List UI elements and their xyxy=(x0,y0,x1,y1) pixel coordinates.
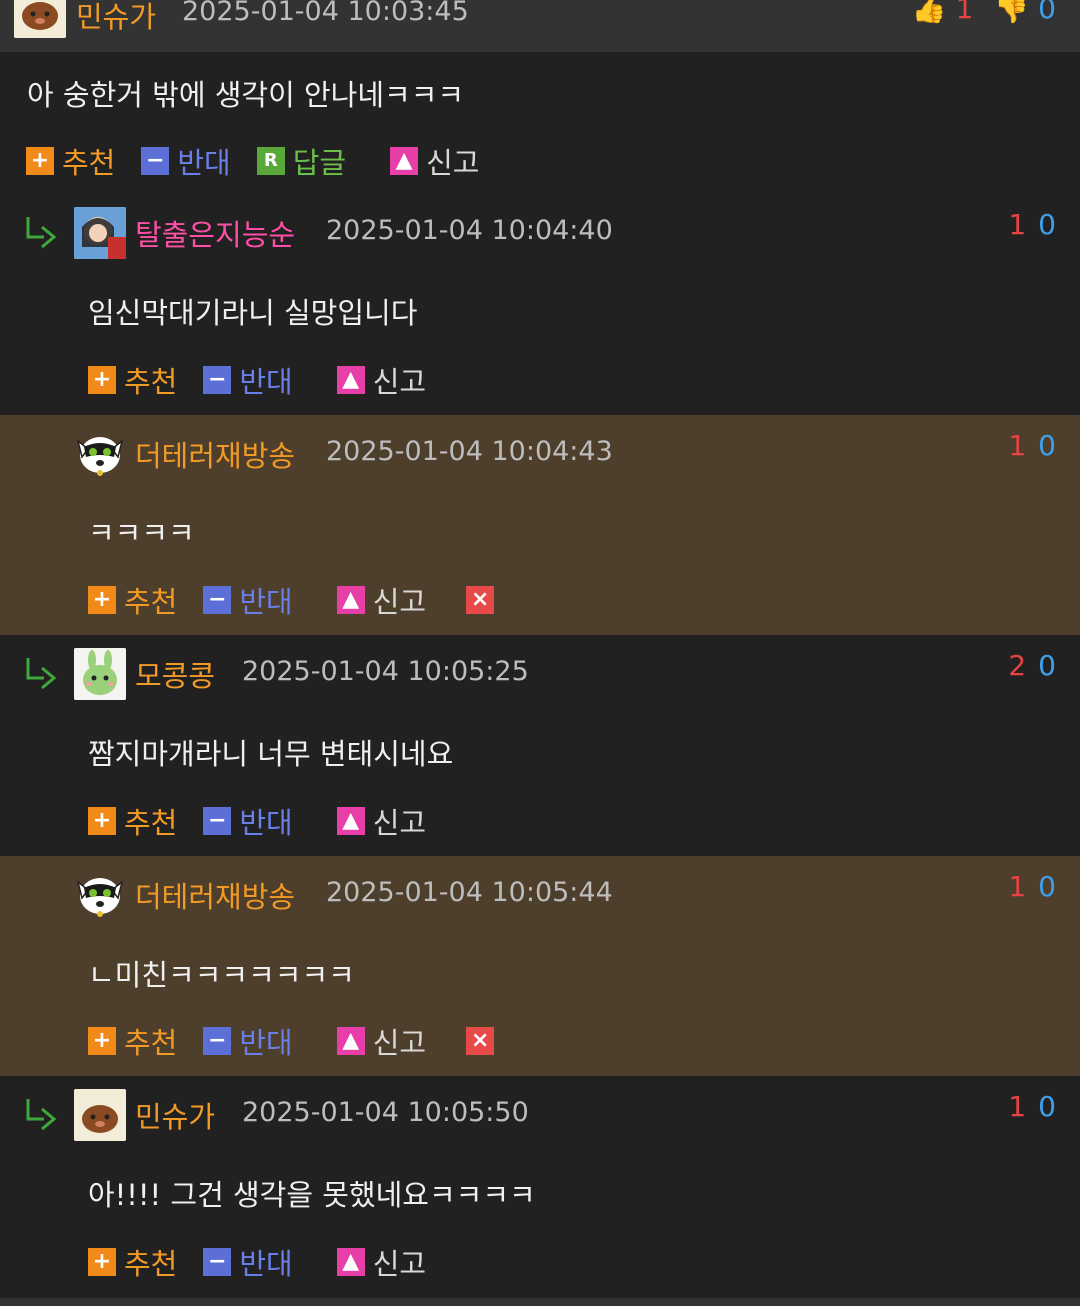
oppose-button[interactable]: − 반대 xyxy=(203,1020,293,1062)
bottom-divider xyxy=(0,1298,1080,1306)
minus-icon: − xyxy=(203,807,232,835)
report-button[interactable]: ▲ 신고 xyxy=(336,800,426,842)
plus-icon: + xyxy=(88,366,116,394)
vote-counts: 10 xyxy=(1008,429,1056,462)
reply-comment: 민슈가 2025-01-04 10:05:50 10 아!!!! 그건 생각을 … xyxy=(0,1076,1080,1298)
nickname[interactable]: 민슈가 xyxy=(135,1094,215,1136)
plus-icon: + xyxy=(88,1248,116,1276)
oppose-button[interactable]: − 반대 xyxy=(141,140,231,182)
thumbs-up-icon[interactable]: 👍 xyxy=(912,0,947,25)
comment-text: ㅋㅋㅋㅋ xyxy=(88,516,195,550)
avatar[interactable] xyxy=(74,868,126,920)
oppose-button[interactable]: − 반대 xyxy=(203,579,293,621)
recommend-button[interactable]: + 추천 xyxy=(88,579,177,621)
nickname[interactable]: 더테러재방송 xyxy=(135,874,295,916)
comment-actions: + 추천 − 반대 ▲ 신고 xyxy=(88,800,452,842)
siren-icon: ▲ xyxy=(336,366,365,394)
comment-actions: + 추천 − 반대 ▲ 신고 xyxy=(88,359,452,401)
avatar[interactable] xyxy=(74,207,126,259)
timestamp: 2025-01-04 10:03:45 xyxy=(182,0,469,27)
plus-icon: + xyxy=(88,807,116,835)
vote-counts: 10 xyxy=(1008,870,1056,903)
reply-arrow-icon xyxy=(26,217,57,249)
recommend-button[interactable]: + 추천 xyxy=(88,800,177,842)
comment-text: ㄴ미친ㅋㅋㅋㅋㅋㅋㅋ xyxy=(88,958,355,992)
reply-comment: 더테러재방송 2025-01-04 10:04:43 10 ㅋㅋㅋㅋ + 추천 −… xyxy=(0,415,1080,635)
timestamp: 2025-01-04 10:04:40 xyxy=(326,215,613,246)
thumbs-down-icon[interactable]: 👎 xyxy=(994,0,1029,25)
report-button[interactable]: ▲ 신고 xyxy=(336,1241,426,1283)
plus-icon: + xyxy=(88,1027,116,1055)
report-button[interactable]: ▲ 신고 xyxy=(390,140,480,182)
comment-actions: + 추천 − 반대 ▲ 신고 xyxy=(88,1241,452,1283)
vote-counts: 10 xyxy=(1008,1090,1056,1123)
comment-text: 임신막대기라니 실망입니다 xyxy=(88,296,418,330)
timestamp: 2025-01-04 10:05:44 xyxy=(326,877,613,908)
siren-icon: ▲ xyxy=(336,807,365,835)
close-icon: × xyxy=(466,586,495,614)
report-button[interactable]: ▲ 신고 xyxy=(336,359,426,401)
minus-icon: − xyxy=(203,366,232,394)
timestamp: 2025-01-04 10:05:25 xyxy=(242,656,529,687)
minus-icon: − xyxy=(203,1248,232,1276)
timestamp: 2025-01-04 10:04:43 xyxy=(326,436,613,467)
oppose-button[interactable]: − 반대 xyxy=(203,1241,293,1283)
vote-counts: 10 xyxy=(1008,208,1056,241)
recommend-button[interactable]: + 추천 xyxy=(88,1020,177,1062)
comment-text: 짬지마개라니 너무 변태시네요 xyxy=(88,737,454,771)
recommend-button[interactable]: + 추천 xyxy=(26,140,115,182)
minus-icon: − xyxy=(203,1027,232,1055)
oppose-button[interactable]: − 반대 xyxy=(203,800,293,842)
siren-icon: ▲ xyxy=(390,147,419,175)
avatar[interactable] xyxy=(74,648,126,700)
reply-comment: 모콩콩 2025-01-04 10:05:25 20 짬지마개라니 너무 변태시… xyxy=(0,635,1080,856)
nickname[interactable]: 민슈가 xyxy=(76,0,156,36)
siren-icon: ▲ xyxy=(336,1027,365,1055)
nickname[interactable]: 탈출은지능순 xyxy=(135,212,295,254)
plus-icon: + xyxy=(26,147,54,175)
comment-text: 아 숭한거 밖에 생각이 안나네ㅋㅋㅋ xyxy=(27,78,465,112)
report-button[interactable]: ▲ 신고 xyxy=(336,579,426,621)
oppose-button[interactable]: − 반대 xyxy=(203,359,293,401)
nickname[interactable]: 모콩콩 xyxy=(135,653,215,695)
comment-actions: + 추천 − 반대 ▲ 신고 × xyxy=(88,1020,520,1062)
report-button[interactable]: ▲ 신고 xyxy=(336,1020,426,1062)
nickname[interactable]: 더테러재방송 xyxy=(135,433,295,475)
reply-button[interactable]: R 답글 xyxy=(256,140,346,182)
siren-icon: ▲ xyxy=(336,1248,365,1276)
delete-button[interactable]: × xyxy=(452,1027,495,1055)
delete-button[interactable]: × xyxy=(452,586,495,614)
reply-comment: 탈출은지능순 2025-01-04 10:04:40 10 임신막대기라니 실망… xyxy=(0,196,1080,415)
comment-text: 아!!!! 그건 생각을 못했네요ㅋㅋㅋㅋ xyxy=(88,1178,536,1212)
reply-arrow-icon xyxy=(26,1099,57,1131)
reply-arrow-icon xyxy=(26,658,57,690)
down-count: 0 xyxy=(1038,0,1056,25)
vote-counts: 👍 1 👎 0 xyxy=(912,0,1056,25)
reply-icon: R xyxy=(256,147,285,175)
reply-comment: 더테러재방송 2025-01-04 10:05:44 10 ㄴ미친ㅋㅋㅋㅋㅋㅋㅋ… xyxy=(0,856,1080,1076)
avatar[interactable] xyxy=(14,0,66,38)
plus-icon: + xyxy=(88,586,116,614)
minus-icon: − xyxy=(141,147,170,175)
vote-counts: 20 xyxy=(1008,649,1056,682)
comment-header: 민슈가 2025-01-04 10:03:45 👍 1 👎 0 xyxy=(0,0,1080,52)
avatar[interactable] xyxy=(74,427,126,479)
up-count: 1 xyxy=(955,0,974,25)
timestamp: 2025-01-04 10:05:50 xyxy=(242,1097,529,1128)
comment-actions: + 추천 − 반대 ▲ 신고 × xyxy=(88,579,520,621)
recommend-button[interactable]: + 추천 xyxy=(88,359,177,401)
minus-icon: − xyxy=(203,586,232,614)
comment-actions: + 추천 − 반대 R 답글 ▲ 신고 xyxy=(26,140,506,182)
avatar[interactable] xyxy=(74,1089,126,1141)
close-icon: × xyxy=(466,1027,495,1055)
comment-body: 아 숭한거 밖에 생각이 안나네ㅋㅋㅋ + 추천 − 반대 R 답글 ▲ 신고 xyxy=(0,52,1080,196)
siren-icon: ▲ xyxy=(336,586,365,614)
recommend-button[interactable]: + 추천 xyxy=(88,1241,177,1283)
